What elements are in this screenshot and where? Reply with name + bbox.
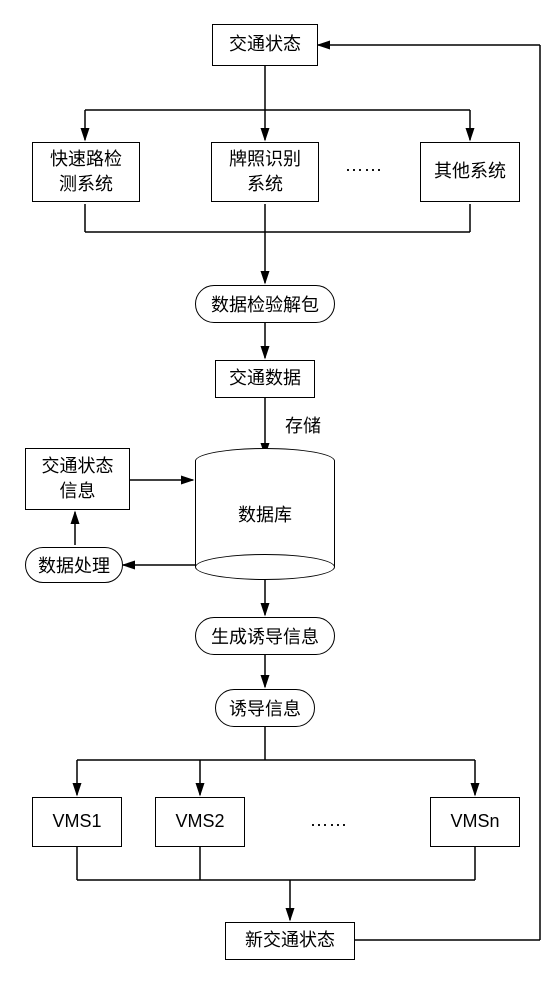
node-label: 数据库	[238, 501, 292, 527]
node-guidance-info: 诱导信息	[215, 689, 315, 727]
node-new-traffic-state: 新交通状态	[225, 922, 355, 960]
node-label: 交通状态 信息	[42, 454, 114, 504]
node-label: 新交通状态	[245, 928, 335, 953]
node-label: 快速路检 测系统	[50, 147, 122, 197]
node-label: 诱导信息	[229, 695, 301, 721]
node-database: 数据库	[195, 448, 335, 580]
node-label: VMS1	[52, 809, 101, 834]
label-text: 存储	[285, 416, 321, 436]
node-label: 数据检验解包	[211, 291, 319, 317]
node-label: 其他系统	[434, 159, 506, 184]
node-other-systems: 其他系统	[420, 142, 520, 202]
node-label: 交通数据	[229, 366, 301, 391]
edge-label-storage: 存储	[285, 412, 321, 438]
node-label: VMSn	[450, 809, 499, 834]
node-data-verify-unpack: 数据检验解包	[195, 285, 335, 323]
node-label: 交通状态	[229, 32, 301, 57]
ellipsis-label: ⋯⋯	[310, 815, 348, 835]
node-traffic-data: 交通数据	[215, 360, 315, 398]
node-traffic-state-info: 交通状态 信息	[25, 448, 130, 510]
node-data-processing: 数据处理	[25, 547, 123, 583]
node-license-recognition: 牌照识别 系统	[211, 142, 319, 202]
ellipsis-label: ⋯⋯	[345, 160, 383, 180]
node-generate-guidance: 生成诱导信息	[195, 617, 335, 655]
node-vmsn: VMSn	[430, 797, 520, 847]
node-label: 生成诱导信息	[211, 623, 319, 649]
node-expressway-detection: 快速路检 测系统	[32, 142, 140, 202]
node-label: VMS2	[175, 809, 224, 834]
node-vms2: VMS2	[155, 797, 245, 847]
node-label: 牌照识别 系统	[229, 147, 301, 197]
ellipsis-vms: ⋯⋯	[310, 815, 348, 836]
node-traffic-state: 交通状态	[212, 24, 318, 66]
node-vms1: VMS1	[32, 797, 122, 847]
node-label: 数据处理	[38, 552, 110, 578]
ellipsis-systems: ⋯⋯	[345, 160, 383, 181]
